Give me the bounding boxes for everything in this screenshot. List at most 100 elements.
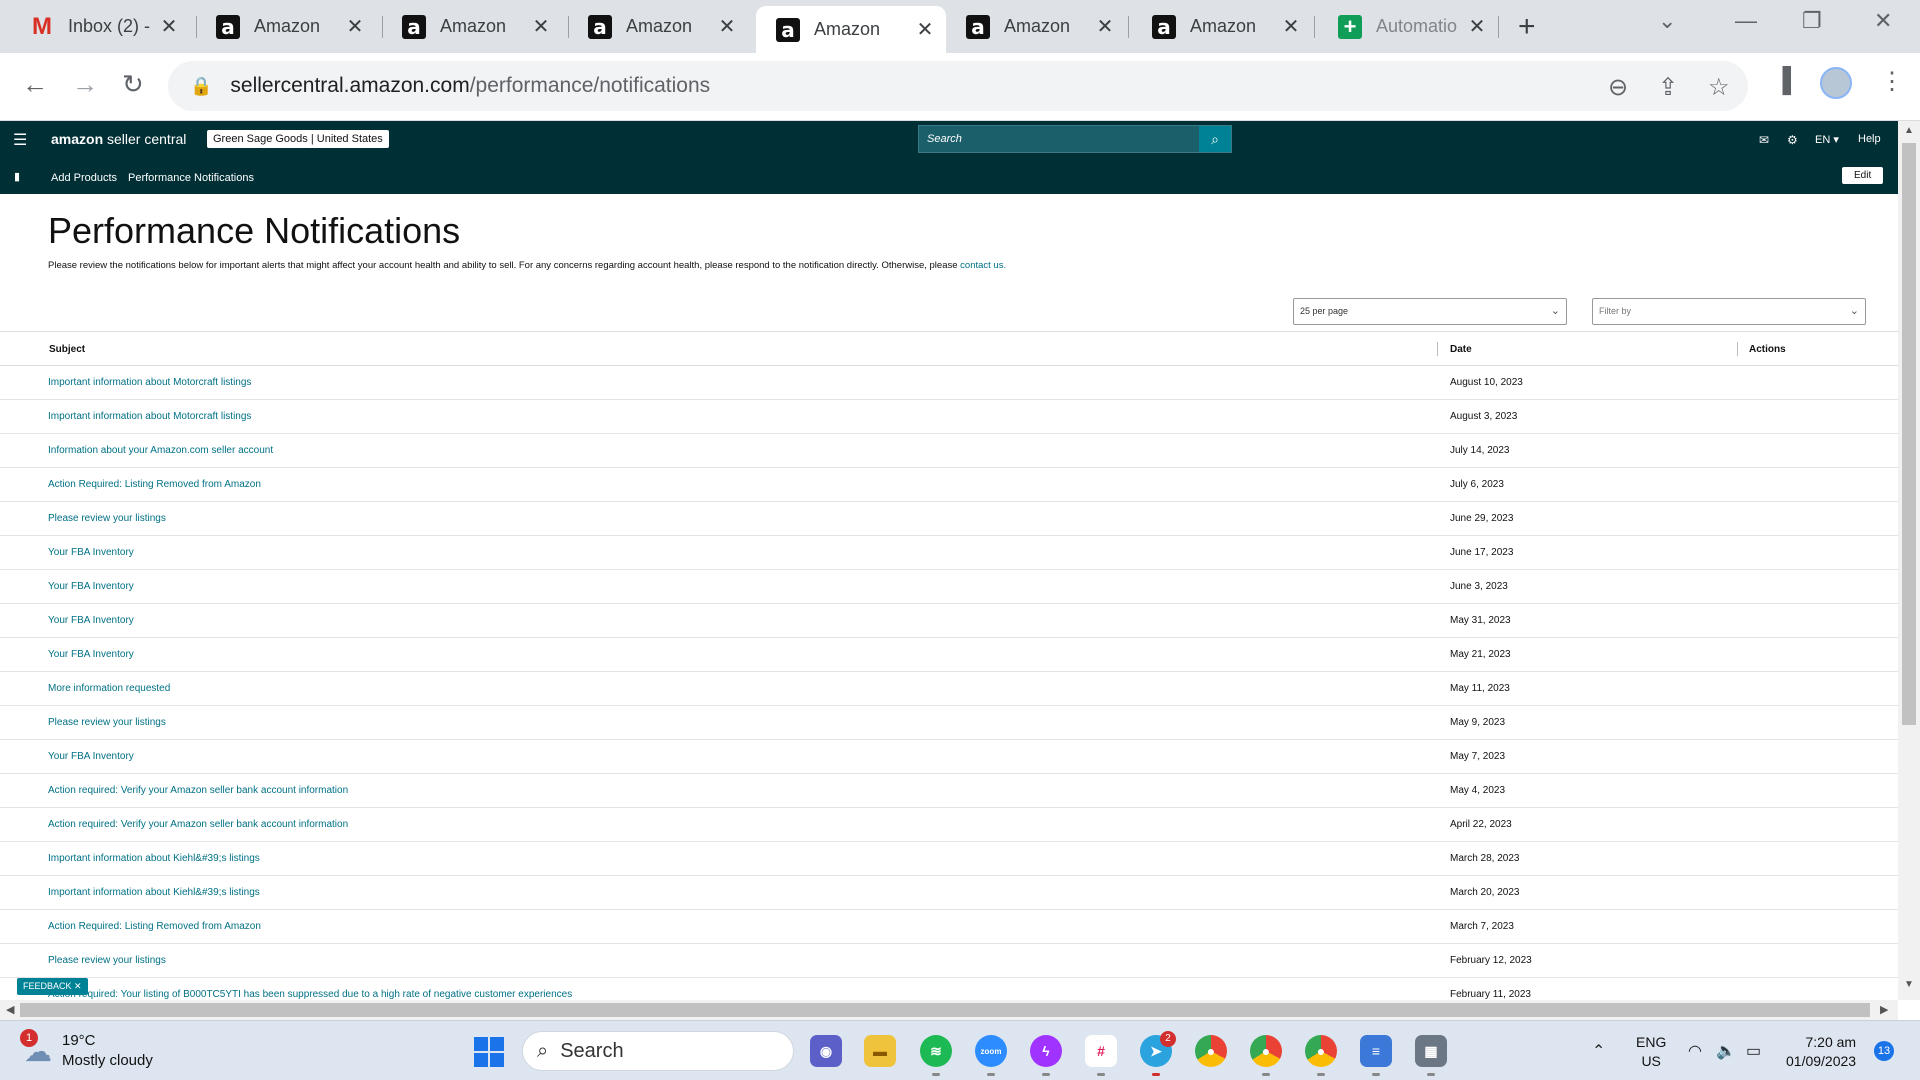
tab-sheets[interactable]: + Automatio ✕ <box>1318 6 1498 47</box>
notification-subject-link[interactable]: Action Required: Listing Removed from Am… <box>48 479 261 490</box>
language-indicator[interactable]: ENG US <box>1636 1033 1666 1071</box>
notification-subject-link[interactable]: Important information about Motorcraft l… <box>48 411 251 422</box>
wifi-icon[interactable]: ◠ <box>1688 1041 1702 1061</box>
calculator-icon[interactable]: ▦ <box>1415 1035 1447 1067</box>
browser-menu-icon[interactable]: ⋮ <box>1880 67 1904 96</box>
close-icon[interactable]: ✕ <box>1466 14 1488 39</box>
scroll-down-icon[interactable]: ▼ <box>1904 979 1914 990</box>
bookmark-icon[interactable]: ▮ <box>14 170 20 183</box>
forward-icon[interactable]: → <box>72 69 98 100</box>
seller-central-logo[interactable]: amazon seller central <box>51 131 186 147</box>
vertical-scrollbar[interactable]: ▲ ▼ <box>1898 121 1920 1000</box>
url-text[interactable]: sellercentral.amazon.com/performance/not… <box>230 74 710 98</box>
notification-subject-link[interactable]: Important information about Kiehl&#39;s … <box>48 853 260 864</box>
tab-amazon-6[interactable]: a Amazon ✕ <box>1132 6 1312 47</box>
notification-subject-link[interactable]: Action Required: Listing Removed from Am… <box>48 921 261 932</box>
window-close-icon[interactable]: ✕ <box>1874 8 1892 34</box>
store-selector[interactable]: Green Sage Goods | United States <box>207 130 389 148</box>
notepad-icon[interactable]: ≡ <box>1360 1035 1392 1067</box>
vertical-scroll-thumb[interactable] <box>1902 143 1916 725</box>
tab-gmail[interactable]: M Inbox (2) - ✕ <box>10 6 190 47</box>
back-icon[interactable]: ← <box>22 69 48 100</box>
bookmark-performance-notifications[interactable]: Performance Notifications <box>128 172 254 184</box>
scroll-right-icon[interactable]: ▶ <box>1880 1003 1888 1016</box>
taskbar-search[interactable]: ⌕ Search <box>522 1031 794 1071</box>
chrome-profile-icon[interactable]: ● <box>1250 1035 1282 1067</box>
system-clock[interactable]: 7:20 am 01/09/2023 <box>1786 1033 1856 1071</box>
close-icon[interactable]: ✕ <box>530 14 552 39</box>
chevron-up-icon[interactable]: ⌃ <box>1592 1041 1605 1061</box>
notification-subject-link[interactable]: Your FBA Inventory <box>48 547 134 558</box>
col-subject[interactable]: Subject <box>49 344 85 355</box>
bookmark-add-products[interactable]: Add Products <box>51 172 117 184</box>
close-icon[interactable]: ✕ <box>74 981 82 991</box>
chrome-profile-2-icon[interactable]: ● <box>1305 1035 1337 1067</box>
zoom-icon[interactable]: zoom <box>975 1035 1007 1067</box>
windows-start-icon[interactable] <box>474 1037 504 1067</box>
notification-subject-link[interactable]: More information requested <box>48 683 170 694</box>
notification-subject-link[interactable]: Your FBA Inventory <box>48 649 134 660</box>
close-icon[interactable]: ✕ <box>158 14 180 39</box>
notification-subject-link[interactable]: Please review your listings <box>48 513 166 524</box>
close-icon[interactable]: ✕ <box>344 14 366 39</box>
spotify-icon[interactable]: ≋ <box>920 1035 952 1067</box>
tab-amazon-2[interactable]: a Amazon ✕ <box>382 6 562 47</box>
col-date[interactable]: Date <box>1450 344 1472 355</box>
zoom-icon[interactable]: ⊖ <box>1608 73 1628 102</box>
weather-widget[interactable]: ☁ 1 19°C Mostly cloudy <box>20 1028 153 1071</box>
notification-badge[interactable]: 13 <box>1874 1041 1894 1061</box>
new-tab-icon[interactable]: + <box>1518 10 1536 44</box>
scroll-left-icon[interactable]: ◀ <box>6 1003 14 1016</box>
side-panel-icon[interactable]: ▐ <box>1774 67 1791 95</box>
reload-icon[interactable]: ↻ <box>122 69 144 100</box>
tab-amazon-3[interactable]: a Amazon ✕ <box>568 6 748 47</box>
notification-subject-link[interactable]: Important information about Kiehl&#39;s … <box>48 887 260 898</box>
address-bar[interactable]: 🔒 sellercentral.amazon.com/performance/n… <box>168 61 1748 111</box>
search-icon[interactable]: ⌕ <box>1199 126 1231 152</box>
notification-subject-link[interactable]: Your FBA Inventory <box>48 615 134 626</box>
close-icon[interactable]: ✕ <box>1094 14 1116 39</box>
hamburger-menu-icon[interactable]: ☰ <box>13 130 27 150</box>
help-link[interactable]: Help <box>1858 133 1881 145</box>
share-icon[interactable]: ⇪ <box>1658 73 1678 102</box>
notification-subject-link[interactable]: Action required: Your listing of B000TC5… <box>48 989 572 1000</box>
notification-subject-link[interactable]: Information about your Amazon.com seller… <box>48 445 273 456</box>
restore-icon[interactable]: ❐ <box>1802 8 1822 34</box>
notification-subject-link[interactable]: Please review your listings <box>48 955 166 966</box>
minimize-icon[interactable]: — <box>1735 8 1757 34</box>
notification-subject-link[interactable]: Your FBA Inventory <box>48 751 134 762</box>
battery-icon[interactable]: ▭ <box>1746 1041 1761 1061</box>
notification-subject-link[interactable]: Action required: Verify your Amazon sell… <box>48 819 348 830</box>
edit-bookmarks-button[interactable]: Edit <box>1842 167 1884 184</box>
close-icon[interactable]: ✕ <box>1280 14 1302 39</box>
tab-search-icon[interactable]: ⌄ <box>1658 8 1676 34</box>
seller-search-input[interactable] <box>919 126 1199 152</box>
file-explorer-icon[interactable]: ▬ <box>864 1035 896 1067</box>
language-selector[interactable]: EN ▾ <box>1815 133 1839 146</box>
feedback-button[interactable]: FEEDBACK ✕ <box>17 978 88 995</box>
chrome-icon[interactable]: ● <box>1195 1035 1227 1067</box>
contact-us-link[interactable]: contact us. <box>960 260 1006 271</box>
volume-icon[interactable]: 🔈 <box>1716 1041 1736 1061</box>
tab-amazon-1[interactable]: a Amazon ✕ <box>196 6 376 47</box>
horizontal-scroll-thumb[interactable] <box>20 1003 1870 1017</box>
slack-icon[interactable]: # <box>1085 1035 1117 1067</box>
profile-avatar[interactable] <box>1820 67 1852 99</box>
notification-subject-link[interactable]: Important information about Motorcraft l… <box>48 377 251 388</box>
notification-subject-link[interactable]: Action required: Verify your Amazon sell… <box>48 785 348 796</box>
horizontal-scrollbar[interactable]: ◀ ▶ <box>0 1000 1898 1020</box>
close-icon[interactable]: ✕ <box>914 17 936 42</box>
mail-icon[interactable]: ✉ <box>1759 133 1769 147</box>
lock-icon[interactable]: 🔒 <box>190 76 212 97</box>
filter-select[interactable]: Filter by ⌄ <box>1592 298 1866 325</box>
bookmark-star-icon[interactable]: ☆ <box>1708 73 1730 102</box>
notification-subject-link[interactable]: Your FBA Inventory <box>48 581 134 592</box>
close-icon[interactable]: ✕ <box>716 14 738 39</box>
messenger-icon[interactable]: ϟ <box>1030 1035 1062 1067</box>
teams-icon[interactable]: ◉ <box>810 1035 842 1067</box>
tab-amazon-5[interactable]: a Amazon ✕ <box>946 6 1126 47</box>
per-page-select[interactable]: 25 per page ⌄ <box>1293 298 1567 325</box>
tab-amazon-active[interactable]: a Amazon ✕ <box>756 6 946 53</box>
scroll-up-icon[interactable]: ▲ <box>1904 125 1914 136</box>
gear-icon[interactable]: ⚙ <box>1787 133 1798 147</box>
